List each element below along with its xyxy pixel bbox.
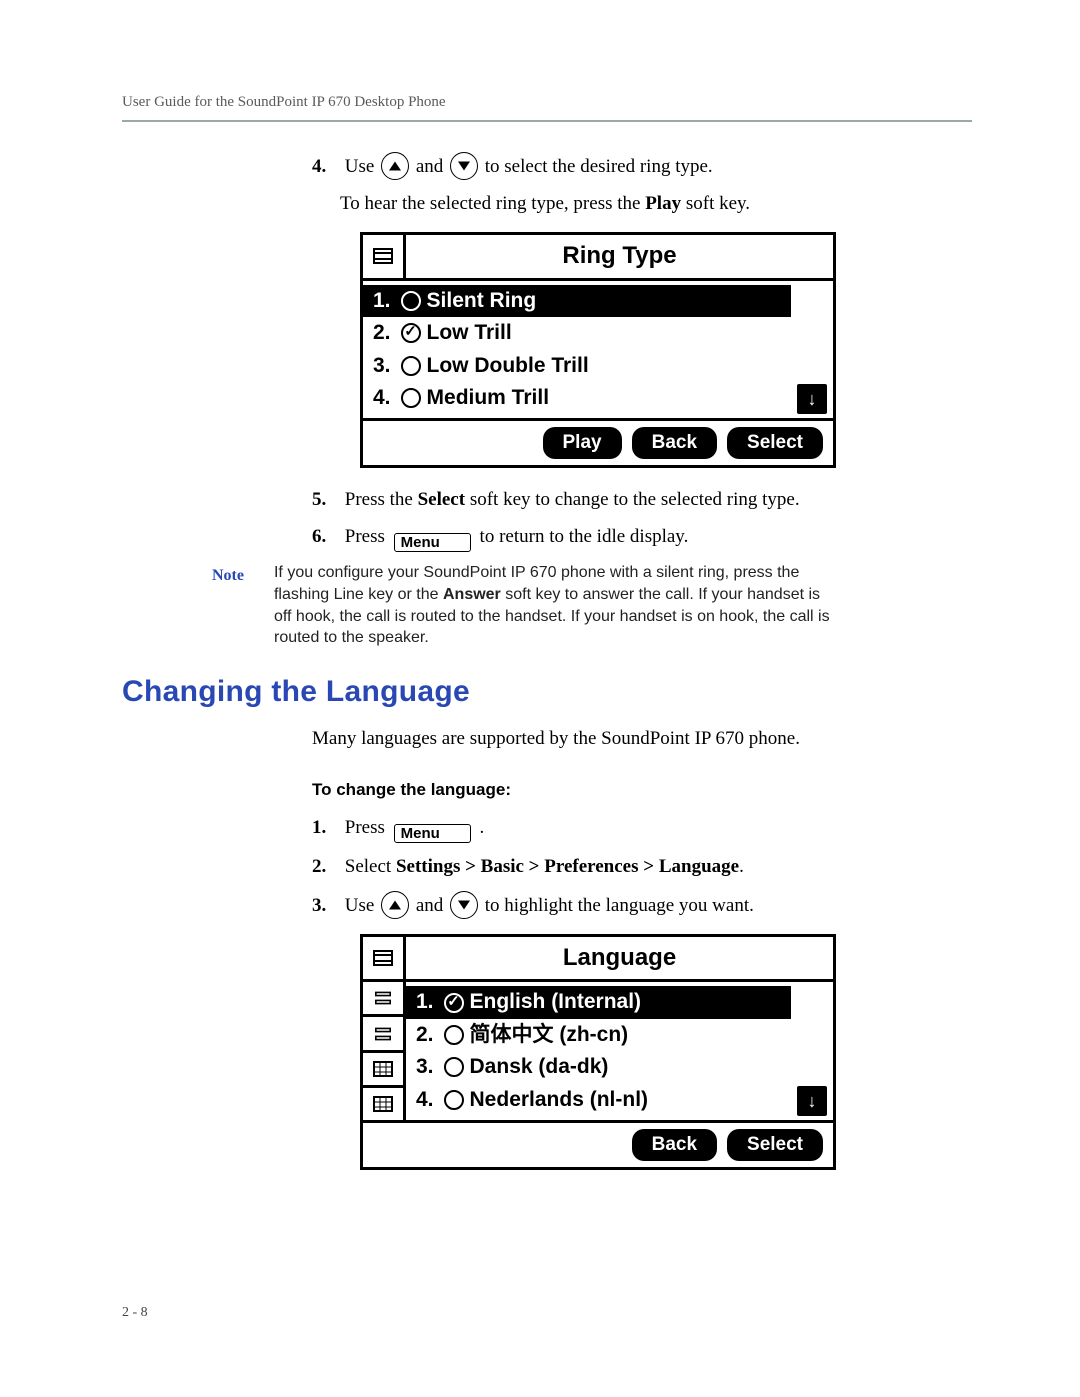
scroll-down-icon: ↓: [797, 1086, 827, 1116]
step-5: 5. Press the Select soft key to change t…: [312, 486, 972, 514]
step-4-sub: To hear the selected ring type, press th…: [340, 190, 972, 218]
list-item: 2.Low Trill: [363, 317, 791, 349]
list-item: 2.简体中文 (zh-cn): [406, 1019, 791, 1051]
down-arrow-icon: [450, 152, 478, 180]
text: .: [739, 856, 744, 877]
step-4: 4. Use and to select the desired ring ty…: [312, 152, 972, 181]
list-item: 4.Nederlands (nl-nl): [406, 1084, 791, 1116]
softkey-play: Play: [543, 427, 622, 459]
text: Press: [345, 526, 390, 547]
note-block: Note If you configure your SoundPoint IP…: [212, 562, 972, 648]
intro-paragraph: Many languages are supported by the Soun…: [312, 725, 972, 753]
lang-step-1: 1. Press Menu .: [312, 814, 972, 843]
section-heading: Changing the Language: [122, 677, 972, 707]
text: soft key.: [681, 193, 750, 214]
softkey-back: Back: [632, 427, 717, 459]
list-item: 1.English (Internal): [406, 986, 791, 1018]
ring-type-list: 1.Silent Ring2.Low Trill3.Low Double Tri…: [363, 281, 791, 419]
line-icon: [363, 235, 406, 278]
bold-text: Answer: [443, 586, 501, 603]
step-number: 4.: [312, 153, 340, 181]
step-number: 6.: [312, 523, 340, 551]
running-header: User Guide for the SoundPoint IP 670 Des…: [122, 92, 972, 114]
ring-type-screenshot: Ring Type 1.Silent Ring2.Low Trill3.Low …: [360, 232, 972, 468]
step-number: 5.: [312, 486, 340, 514]
text: to highlight the language you want.: [485, 895, 754, 916]
procedure-heading: To change the language:: [312, 780, 972, 800]
language-screenshot: Language 1.English (Internal)2.简体中文 (zh-…: [360, 934, 972, 1170]
up-arrow-icon: [381, 152, 409, 180]
body-column: Many languages are supported by the Soun…: [312, 725, 972, 1170]
step-number: 2.: [312, 853, 340, 881]
softkey-select: Select: [727, 427, 823, 459]
text: to return to the idle display.: [480, 526, 689, 547]
scroll-down-icon: ↓: [797, 384, 827, 414]
down-arrow-icon: [450, 891, 478, 919]
page-number: 2 - 8: [122, 1303, 148, 1323]
language-list: 1.English (Internal)2.简体中文 (zh-cn)3.Dans…: [406, 982, 791, 1120]
scroll-indicator: ↓: [791, 982, 833, 1120]
scroll-indicator: ↓: [791, 281, 833, 419]
text: and: [416, 895, 448, 916]
body-column: 4. Use and to select the desired ring ty…: [312, 152, 972, 553]
softkey-bar: Back Select: [363, 1120, 833, 1167]
text: Press: [345, 817, 390, 838]
lcd-title: Language: [403, 937, 833, 980]
text: and: [416, 156, 448, 177]
menu-key-icon: Menu: [394, 533, 471, 552]
note-label: Note: [212, 562, 244, 648]
text: Press the: [345, 489, 418, 510]
text: .: [480, 817, 485, 838]
softkey-back: Back: [632, 1129, 717, 1161]
step-number: 1.: [312, 814, 340, 842]
list-item: 1.Silent Ring: [363, 285, 791, 317]
list-item: 4.Medium Trill: [363, 382, 791, 414]
text: to select the desired ring type.: [485, 156, 713, 177]
step-6: 6. Press Menu to return to the idle disp…: [312, 523, 972, 552]
up-arrow-icon: [381, 891, 409, 919]
menu-key-icon: Menu: [394, 824, 471, 843]
softkey-select: Select: [727, 1129, 823, 1161]
text: Select: [345, 856, 396, 877]
line-icon: [363, 937, 403, 980]
list-item: 3.Dansk (da-dk): [406, 1051, 791, 1083]
lang-step-3: 3. Use and to highlight the language you…: [312, 891, 972, 920]
bold-text: Settings > Basic > Preferences > Languag…: [396, 856, 739, 877]
text: Use: [345, 895, 379, 916]
step-number: 3.: [312, 892, 340, 920]
text: soft key to change to the selected ring …: [465, 489, 800, 510]
text: Use: [345, 156, 379, 177]
note-text: If you configure your SoundPoint IP 670 …: [274, 562, 834, 648]
lang-step-2: 2. Select Settings > Basic > Preferences…: [312, 853, 972, 881]
bold-text: Select: [418, 489, 465, 510]
line-icon-column: [363, 982, 406, 1120]
text: To hear the selected ring type, press th…: [340, 193, 645, 214]
lcd-title: Ring Type: [406, 235, 833, 278]
list-item: 3.Low Double Trill: [363, 350, 791, 382]
bold-text: Play: [645, 193, 681, 214]
header-rule: [122, 120, 972, 122]
softkey-bar: Play Back Select: [363, 418, 833, 465]
